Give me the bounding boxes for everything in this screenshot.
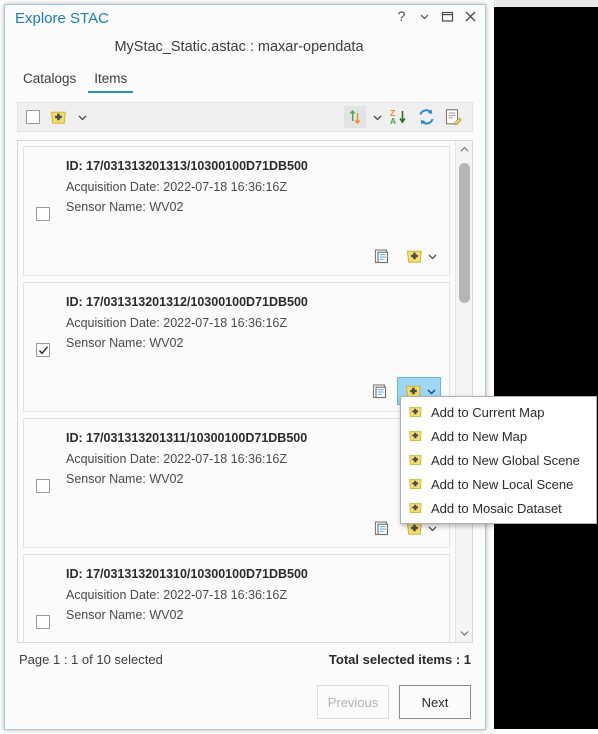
item-add-group (399, 243, 441, 269)
item-card[interactable]: ID: 17/031313201310/10300100D71DB500 Acq… (23, 554, 450, 642)
items-scrollbar[interactable] (455, 141, 472, 642)
map-plus-icon (407, 476, 423, 492)
item-acquisition-date: Acquisition Date: 2022-07-18 16:36:16Z (66, 180, 287, 194)
view-metadata-icon[interactable] (371, 245, 395, 267)
sort-za-icon[interactable]: Z A (388, 106, 410, 128)
tab-catalogs[interactable]: Catalogs (17, 69, 82, 93)
menu-item-add-to-mosaic-dataset[interactable]: Add to Mosaic Dataset (401, 496, 596, 520)
item-details: ID: 17/031313201313/10300100D71DB500 Acq… (66, 159, 308, 220)
item-id: ID: 17/031313201312/10300100D71DB500 (66, 295, 308, 309)
map-plus-icon (407, 404, 423, 420)
menu-item-add-to-new-map[interactable]: Add to New Map (401, 424, 596, 448)
menu-item-add-to-new-local-scene[interactable]: Add to New Local Scene (401, 472, 596, 496)
menu-item-label: Add to New Map (431, 428, 528, 444)
help-button[interactable]: ? (395, 9, 408, 24)
items-list-inner: ID: 17/031313201313/10300100D71DB500 Acq… (18, 141, 455, 642)
pagination-buttons: Previous Next (5, 685, 471, 719)
items-list: ID: 17/031313201313/10300100D71DB500 Acq… (17, 140, 473, 643)
page-status: Page 1 : 1 of 10 selected (19, 652, 163, 667)
item-acquisition-date: Acquisition Date: 2022-07-18 16:36:16Z (66, 588, 287, 602)
menu-item-add-to-new-global-scene[interactable]: Add to New Global Scene (401, 448, 596, 472)
map-plus-icon (407, 452, 423, 468)
sort-dropdown-caret-icon[interactable] (371, 111, 383, 123)
item-id: ID: 17/031313201313/10300100D71DB500 (66, 159, 308, 173)
item-card[interactable]: ID: 17/031313201313/10300100D71DB500 Acq… (23, 146, 450, 276)
scroll-up-icon[interactable] (456, 141, 472, 158)
item-checkbox[interactable] (36, 207, 50, 221)
item-card[interactable]: ID: 17/031313201311/10300100D71DB500 Acq… (23, 418, 450, 548)
backdrop-top (494, 0, 598, 7)
items-toolbar: Z A (17, 102, 473, 132)
window-title: Explore STAC (15, 10, 109, 27)
map-plus-icon (407, 500, 423, 516)
menu-item-add-to-current-map[interactable]: Add to Current Map (401, 400, 596, 424)
menu-item-label: Add to Mosaic Dataset (431, 500, 562, 516)
item-details: ID: 17/031313201311/10300100D71DB500 Acq… (66, 431, 307, 492)
item-actions (371, 243, 441, 269)
item-id: ID: 17/031313201311/10300100D71DB500 (66, 431, 308, 445)
map-plus-icon (407, 428, 423, 444)
add-dropdown-caret-icon[interactable] (76, 111, 88, 123)
edit-metadata-icon[interactable] (442, 106, 464, 128)
item-checkbox[interactable] (36, 343, 50, 357)
item-sensor-name: Sensor Name: WV02 (66, 336, 184, 350)
item-details: ID: 17/031313201312/10300100D71DB500 Acq… (66, 295, 308, 356)
view-metadata-icon[interactable] (369, 380, 393, 402)
refresh-icon[interactable] (415, 106, 437, 128)
item-checkbox[interactable] (36, 479, 50, 493)
previous-button[interactable]: Previous (317, 685, 389, 719)
view-metadata-icon[interactable] (371, 517, 395, 539)
add-to-dropdown-menu: Add to Current Map Add to New Map Add to… (400, 396, 597, 524)
window-controls: ? (395, 9, 477, 24)
explore-stac-dialog: Explore STAC ? MyStac_Static.astac : max… (4, 4, 486, 730)
item-sensor-name: Sensor Name: WV02 (66, 608, 184, 622)
title-bar: Explore STAC ? (5, 5, 485, 35)
menu-item-label: Add to Current Map (431, 404, 545, 420)
add-to-map-icon[interactable] (47, 106, 69, 128)
menu-item-label: Add to New Global Scene (431, 452, 580, 468)
maximize-button[interactable] (441, 10, 454, 24)
scroll-down-icon[interactable] (456, 625, 472, 642)
tab-bar: Catalogs Items (17, 69, 485, 93)
next-button[interactable]: Next (399, 685, 471, 719)
item-id: ID: 17/031313201310/10300100D71DB500 (66, 567, 308, 581)
sort-direction-icon[interactable] (344, 106, 366, 128)
total-selected: Total selected items : 1 (328, 652, 471, 667)
item-card[interactable]: ID: 17/031313201312/10300100D71DB500 Acq… (23, 282, 450, 412)
item-details: ID: 17/031313201310/10300100D71DB500 Acq… (66, 567, 308, 628)
add-to-map-icon[interactable] (402, 245, 426, 267)
item-checkbox[interactable] (36, 615, 50, 629)
item-sensor-name: Sensor Name: WV02 (66, 200, 184, 214)
item-acquisition-date: Acquisition Date: 2022-07-18 16:36:16Z (66, 452, 287, 466)
select-all-checkbox[interactable] (26, 110, 40, 124)
menu-item-label: Add to New Local Scene (431, 476, 574, 492)
footer-status: Page 1 : 1 of 10 selected Total selected… (19, 652, 471, 667)
backdrop-right (494, 7, 598, 729)
svg-text:A: A (390, 116, 396, 126)
tab-items[interactable]: Items (88, 69, 134, 93)
scrollbar-thumb[interactable] (459, 163, 470, 303)
item-acquisition-date: Acquisition Date: 2022-07-18 16:36:16Z (66, 316, 287, 330)
catalog-subtitle: MyStac_Static.astac : maxar-opendata (114, 39, 364, 55)
close-button[interactable] (464, 10, 477, 24)
item-sensor-name: Sensor Name: WV02 (66, 472, 184, 486)
chevron-down-icon[interactable] (418, 10, 431, 24)
add-dropdown-caret-icon[interactable] (426, 250, 438, 262)
